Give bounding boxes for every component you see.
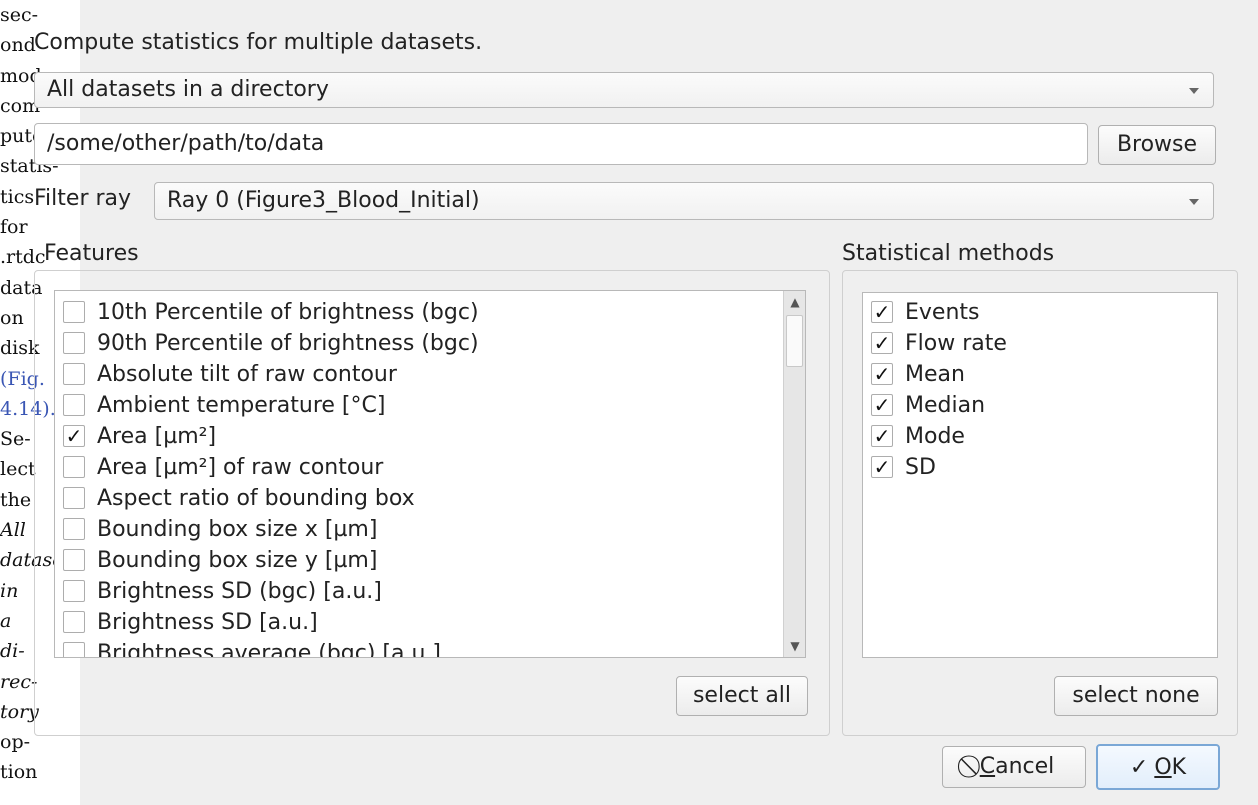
feature-label: Brightness average (bgc) [a.u.]: [97, 641, 441, 658]
feature-label: Absolute tilt of raw contour: [97, 362, 397, 387]
method-label: Mean: [905, 362, 965, 387]
feature-label: Aspect ratio of bounding box: [97, 486, 415, 511]
checkbox[interactable]: ✓: [871, 301, 893, 323]
select-all-button[interactable]: select all: [676, 676, 808, 716]
compute-statistics-dialog: Compute statistics for multiple datasets…: [0, 0, 1258, 805]
method-label: Events: [905, 300, 980, 325]
directory-path-input[interactable]: /some/other/path/to/data: [34, 123, 1088, 165]
cancel-label: Cancel: [979, 754, 1055, 779]
statistical-methods-list[interactable]: ✓ Events ✓ Flow rate ✓ Mean ✓ Median ✓ Mode ✓ SD: [862, 292, 1218, 658]
checkbox[interactable]: ✓: [63, 425, 85, 447]
checkbox[interactable]: [63, 487, 85, 509]
checkbox[interactable]: [63, 611, 85, 633]
feature-label: 90th Percentile of brightness (bgc): [97, 331, 479, 356]
checkbox[interactable]: [63, 332, 85, 354]
method-label: Mode: [905, 424, 965, 449]
chevron-down-icon: [1189, 199, 1199, 205]
filter-ray-combobox-value: Ray 0 (Figure3_Blood_Initial): [167, 188, 480, 213]
feature-label: Area [µm²]: [97, 424, 217, 449]
features-list[interactable]: ▲ ▼ 10th Percentile of brightness (bgc) 9…: [54, 290, 806, 658]
checkbox[interactable]: ✓: [871, 394, 893, 416]
mode-combobox[interactable]: All datasets in a directory: [34, 72, 1214, 108]
browse-button[interactable]: Browse: [1098, 125, 1216, 165]
chevron-down-icon: [1189, 88, 1199, 94]
checkbox[interactable]: ✓: [871, 425, 893, 447]
checkbox[interactable]: [63, 363, 85, 385]
method-label: Flow rate: [905, 331, 1007, 356]
method-label: SD: [905, 455, 936, 480]
checkbox[interactable]: ✓: [871, 332, 893, 354]
checkbox[interactable]: ✓: [871, 363, 893, 385]
select-none-button[interactable]: select none: [1054, 676, 1218, 716]
feature-label: 10th Percentile of brightness (bgc): [97, 300, 479, 325]
mode-combobox-value: All datasets in a directory: [47, 77, 329, 102]
checkbox[interactable]: [63, 518, 85, 540]
checkbox[interactable]: [63, 394, 85, 416]
feature-label: Brightness SD [a.u.]: [97, 610, 318, 635]
checkbox[interactable]: ✓: [871, 456, 893, 478]
scrollbar-thumb[interactable]: [786, 315, 803, 367]
features-group-title: Features: [44, 241, 139, 266]
features-scrollbar[interactable]: ▲ ▼: [783, 291, 805, 657]
checkbox[interactable]: [63, 301, 85, 323]
ok-button[interactable]: ✓ OK: [1096, 744, 1220, 790]
feature-label: Ambient temperature [°C]: [97, 393, 386, 418]
ok-label: OK: [1154, 755, 1187, 780]
feature-label: Bounding box size x [µm]: [97, 517, 378, 542]
checkbox[interactable]: [63, 549, 85, 571]
feature-label: Area [µm²] of raw contour: [97, 455, 384, 480]
scroll-up-arrow-icon[interactable]: ▲: [784, 291, 805, 313]
checkbox[interactable]: [63, 456, 85, 478]
dialog-title: Compute statistics for multiple datasets…: [34, 30, 483, 55]
method-label: Median: [905, 393, 986, 418]
cancel-button[interactable]: ⃠Cancel: [942, 746, 1086, 788]
checkbox[interactable]: [63, 642, 85, 657]
directory-path-value: /some/other/path/to/data: [47, 131, 325, 156]
scroll-down-arrow-icon[interactable]: ▼: [784, 635, 805, 657]
feature-label: Bounding box size y [µm]: [97, 548, 378, 573]
statistical-methods-group-title: Statistical methods: [842, 241, 1055, 266]
filter-ray-combobox[interactable]: Ray 0 (Figure3_Blood_Initial): [154, 182, 1214, 220]
feature-label: Brightness SD (bgc) [a.u.]: [97, 579, 382, 604]
filter-ray-label: Filter ray: [34, 186, 132, 211]
checkmark-icon: ✓: [1129, 755, 1149, 780]
checkbox[interactable]: [63, 580, 85, 602]
